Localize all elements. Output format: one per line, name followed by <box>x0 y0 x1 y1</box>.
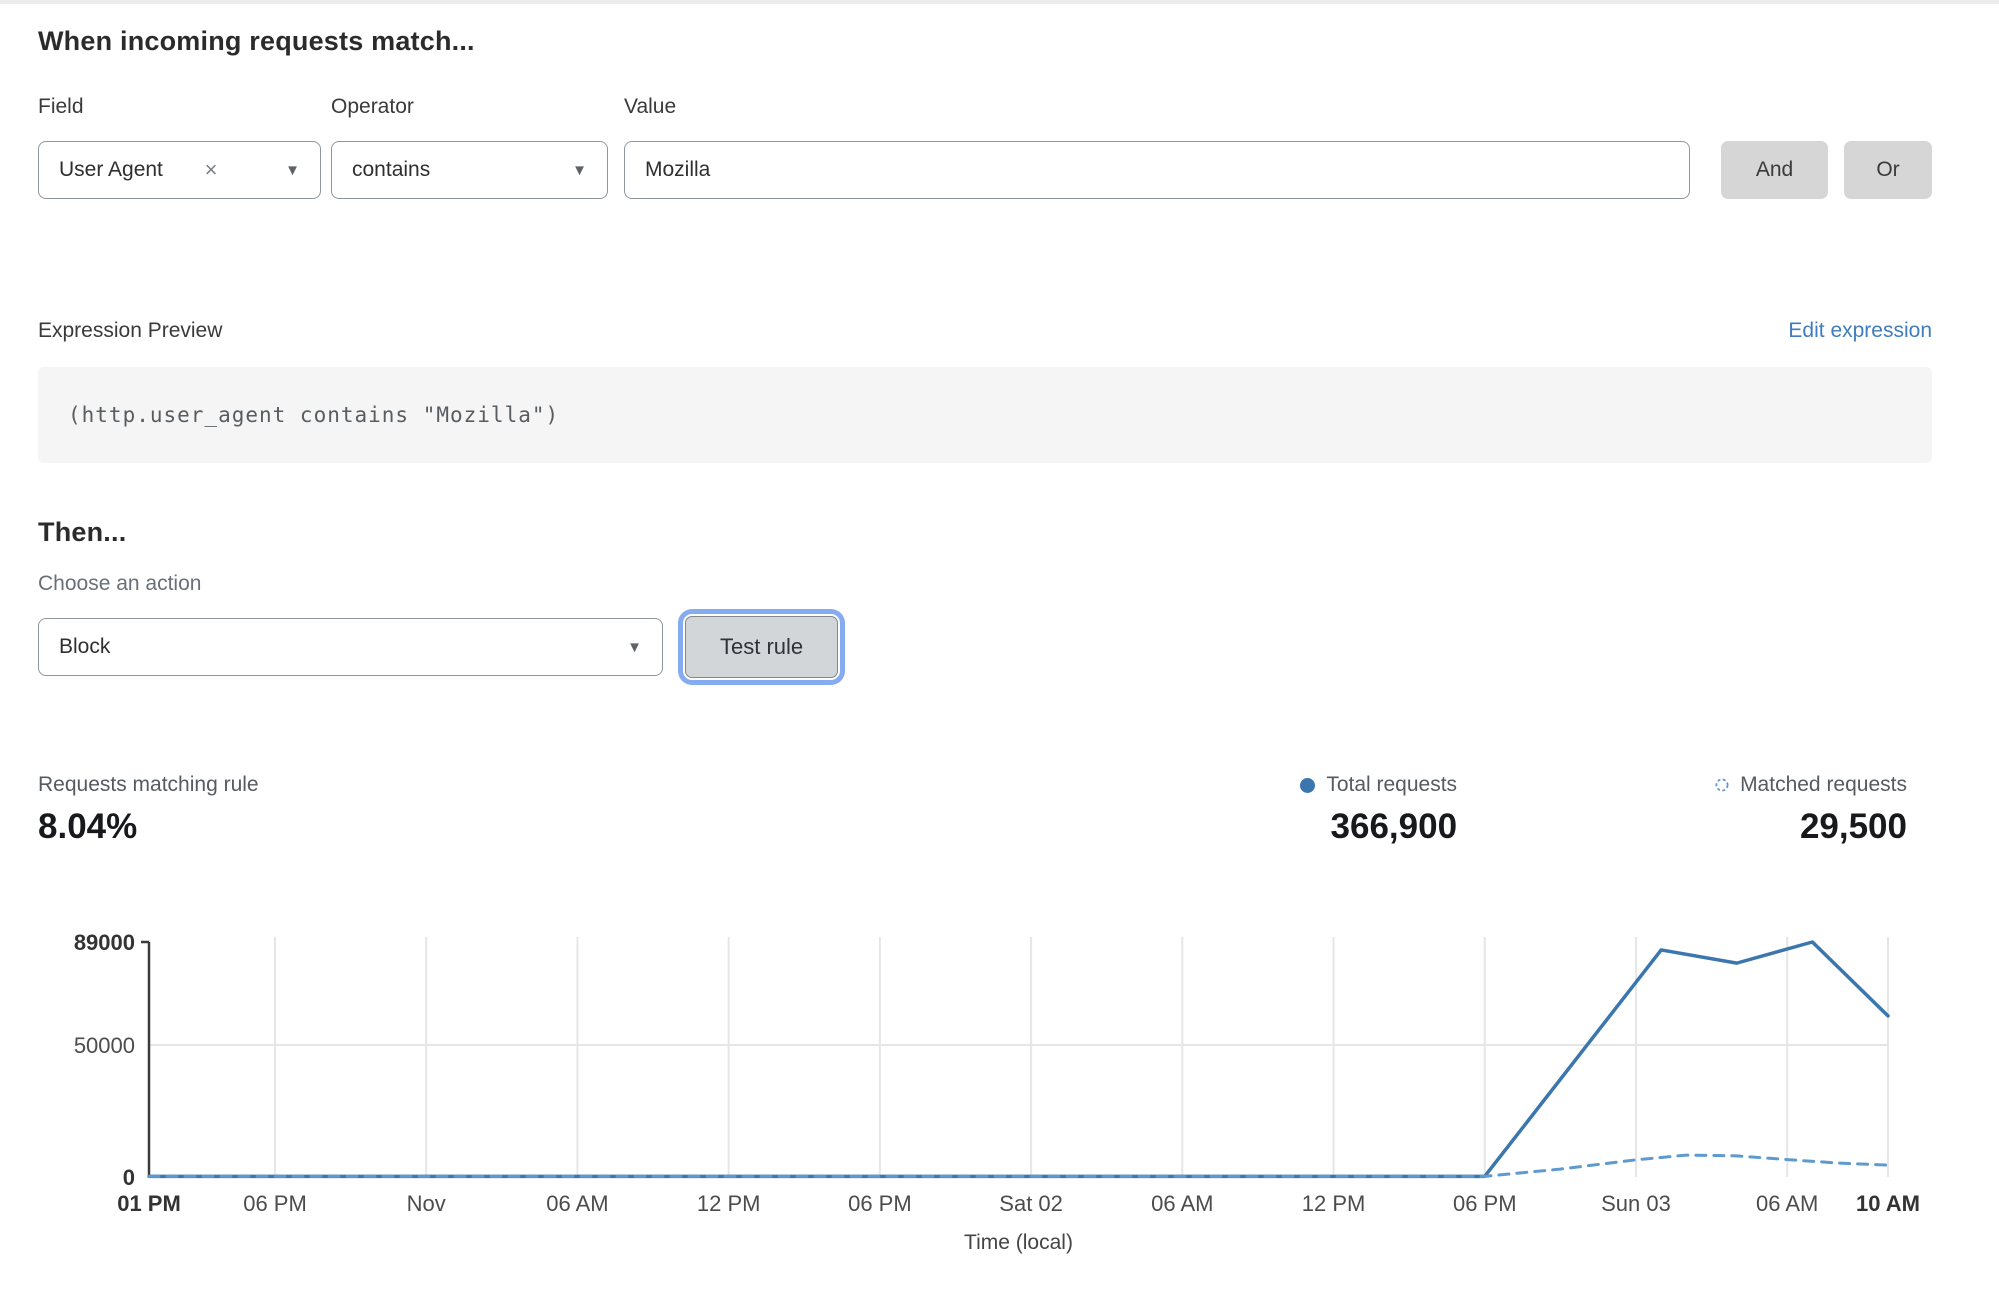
svg-text:12 PM: 12 PM <box>697 1191 761 1216</box>
requests-matching-value: 8.04% <box>38 807 259 847</box>
svg-text:06 PM: 06 PM <box>243 1191 307 1216</box>
chevron-down-icon: ▼ <box>572 162 587 179</box>
action-select[interactable]: Block ▼ <box>38 618 663 676</box>
value-label: Value <box>624 95 1690 119</box>
test-rule-button[interactable]: Test rule <box>685 616 838 678</box>
page-top-strip <box>0 0 1999 4</box>
svg-text:Sun 03: Sun 03 <box>1601 1191 1671 1216</box>
heading-then: Then... <box>38 517 1932 548</box>
clear-field-icon[interactable]: × <box>205 159 218 181</box>
chevron-down-icon: ▼ <box>627 639 642 656</box>
svg-text:01 PM: 01 PM <box>117 1191 181 1216</box>
total-requests-value: 366,900 <box>1331 807 1458 847</box>
expression-preview-label: Expression Preview <box>38 319 222 343</box>
svg-text:06 AM: 06 AM <box>1151 1191 1213 1216</box>
svg-text:Sat 02: Sat 02 <box>999 1191 1063 1216</box>
expression-preview-box: (http.user_agent contains "Mozilla") <box>38 367 1932 463</box>
matched-requests-label: Matched requests <box>1740 773 1907 797</box>
action-selected-value: Block <box>59 635 110 659</box>
total-requests-label: Total requests <box>1326 773 1457 797</box>
svg-text:06 AM: 06 AM <box>1756 1191 1818 1216</box>
operator-select[interactable]: contains ▼ <box>331 141 608 199</box>
field-selected-value: User Agent <box>59 158 163 182</box>
total-requests-legend: Total requests 366,900 <box>1300 773 1457 847</box>
legend-solid-dot-icon <box>1300 778 1315 793</box>
matched-requests-value: 29,500 <box>1800 807 1907 847</box>
edit-expression-link[interactable]: Edit expression <box>1788 319 1932 343</box>
requests-chart: 0 50000 89000 01 PM 06 PM Nov 06 AM 12 PM 06 PM S… <box>38 915 1932 1270</box>
svg-text:Time (local): Time (local) <box>964 1231 1073 1254</box>
and-button[interactable]: And <box>1721 141 1828 199</box>
value-input[interactable] <box>624 141 1690 199</box>
or-button[interactable]: Or <box>1844 141 1932 199</box>
expression-code: (http.user_agent contains "Mozilla") <box>68 403 559 427</box>
legend-dashed-circle-icon <box>1715 778 1729 792</box>
matched-requests-legend: Matched requests 29,500 <box>1715 773 1907 847</box>
field-select[interactable]: User Agent × ▼ <box>38 141 321 199</box>
chevron-down-icon: ▼ <box>285 162 300 179</box>
requests-matching-stat: Requests matching rule 8.04% <box>38 773 259 847</box>
svg-text:06 AM: 06 AM <box>546 1191 608 1216</box>
svg-text:Nov: Nov <box>407 1191 446 1216</box>
svg-text:89000: 89000 <box>74 930 135 955</box>
svg-text:10 AM: 10 AM <box>1856 1191 1920 1216</box>
svg-text:12 PM: 12 PM <box>1302 1191 1366 1216</box>
heading-when-match: When incoming requests match... <box>38 26 1932 57</box>
operator-selected-value: contains <box>352 158 430 182</box>
rule-builder-row: Field User Agent × ▼ Operator contains ▼… <box>38 95 1932 199</box>
requests-matching-label: Requests matching rule <box>38 773 259 797</box>
svg-text:06 PM: 06 PM <box>1453 1191 1517 1216</box>
operator-label: Operator <box>331 95 608 119</box>
svg-text:06 PM: 06 PM <box>848 1191 912 1216</box>
svg-text:0: 0 <box>123 1165 135 1190</box>
svg-text:50000: 50000 <box>74 1033 135 1058</box>
choose-action-label: Choose an action <box>38 572 1932 596</box>
field-label: Field <box>38 95 321 119</box>
